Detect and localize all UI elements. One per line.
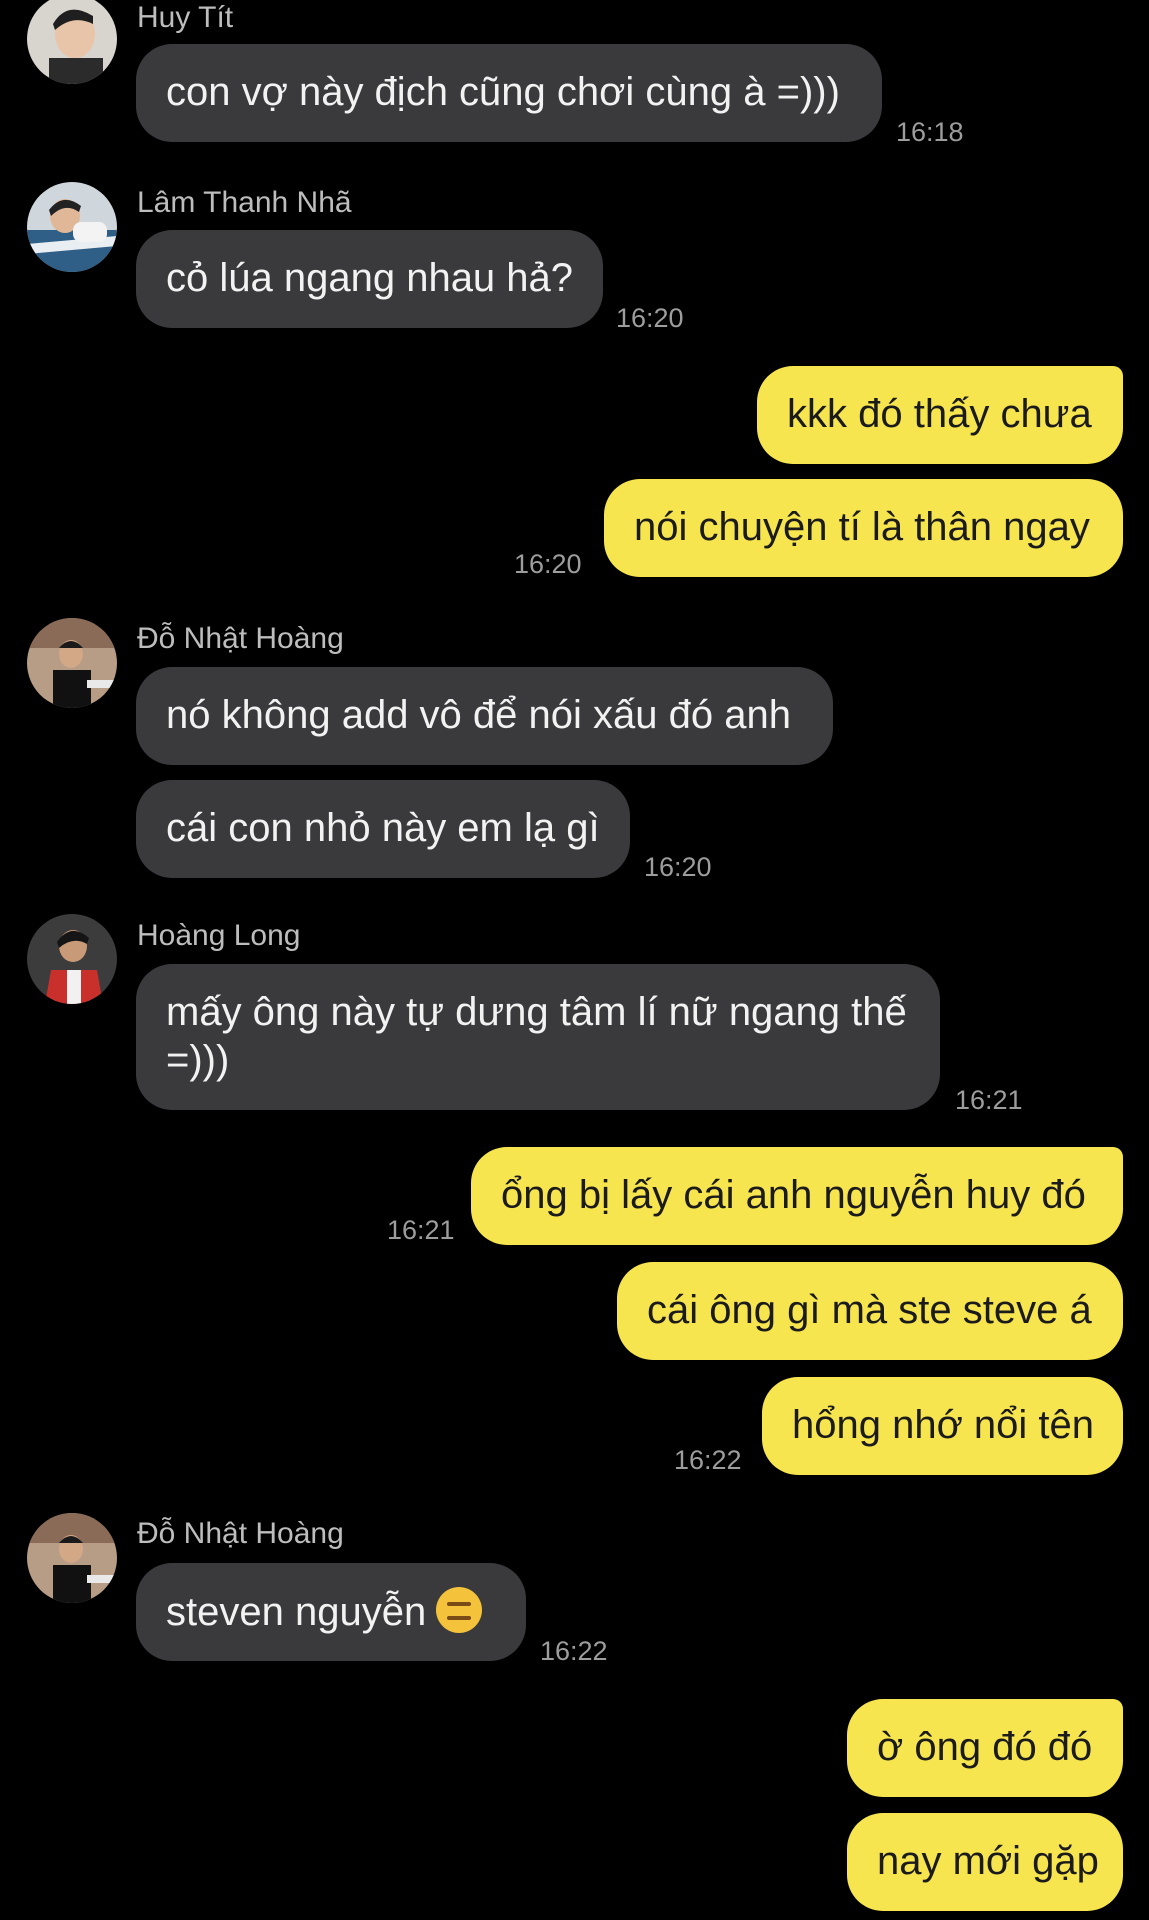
message-bubble-outgoing[interactable]: nay mới gặp bbox=[847, 1813, 1123, 1911]
sender-name: Đỗ Nhật Hoàng bbox=[137, 622, 344, 655]
sender-name: Lâm Thanh Nhã bbox=[137, 186, 352, 219]
message-text: cái ông gì mà ste steve á bbox=[647, 1288, 1092, 1332]
message-time: 16:21 bbox=[387, 1215, 455, 1245]
message-text: con vợ này địch cũng chơi cùng à =))) bbox=[166, 70, 840, 114]
message-bubble[interactable]: cỏ lúa ngang nhau hả? bbox=[136, 230, 603, 328]
message-text: cái con nhỏ này em lạ gì bbox=[166, 806, 600, 850]
message-bubble-outgoing[interactable]: kkk đó thấy chưa bbox=[757, 366, 1123, 464]
message-time: 16:20 bbox=[616, 303, 684, 333]
avatar-huy-tit[interactable] bbox=[27, 0, 117, 84]
message-text: nói chuyện tí là thân ngay bbox=[634, 505, 1090, 549]
message-bubble-outgoing[interactable]: ổng bị lấy cái anh nguyễn huy đó bbox=[471, 1147, 1123, 1245]
sender-name: Đỗ Nhật Hoàng bbox=[137, 1517, 344, 1550]
avatar-lam-thanh-nha[interactable] bbox=[27, 182, 117, 272]
avatar-do-nhat-hoang[interactable] bbox=[27, 1513, 117, 1603]
message-bubble-outgoing[interactable]: ờ ông đó đó bbox=[847, 1699, 1123, 1797]
sender-name: Hoàng Long bbox=[137, 919, 301, 952]
avatar-hoang-long[interactable] bbox=[27, 914, 117, 1004]
message-text: mấy ông này tự dưng tâm lí nữ ngang thế bbox=[166, 990, 907, 1034]
message-text: steven nguyễn bbox=[166, 1590, 427, 1634]
message-time: 16:22 bbox=[540, 1636, 608, 1666]
message-text: cỏ lúa ngang nhau hả? bbox=[166, 256, 574, 300]
message-bubble[interactable]: con vợ này địch cũng chơi cùng à =))) bbox=[136, 44, 882, 142]
message-text: ờ ông đó đó bbox=[877, 1725, 1093, 1769]
message-time: 16:20 bbox=[644, 852, 712, 882]
message-text: ổng bị lấy cái anh nguyễn huy đó bbox=[501, 1173, 1086, 1217]
sender-name: Huy Tít bbox=[137, 1, 234, 34]
message-time: 16:20 bbox=[514, 549, 582, 579]
expressionless-face-emoji bbox=[436, 1587, 483, 1633]
message-bubble[interactable]: steven nguyễn bbox=[136, 1563, 526, 1661]
message-time: 16:21 bbox=[955, 1085, 1023, 1115]
avatar-do-nhat-hoang[interactable] bbox=[27, 618, 117, 708]
message-bubble-outgoing[interactable]: nói chuyện tí là thân ngay bbox=[604, 479, 1123, 577]
message-text: =))) bbox=[166, 1038, 230, 1082]
message-bubble-outgoing[interactable]: hổng nhớ nổi tên bbox=[762, 1377, 1123, 1475]
message-text: hổng nhớ nổi tên bbox=[792, 1403, 1095, 1447]
message-text: nay mới gặp bbox=[877, 1839, 1099, 1883]
message-time: 16:22 bbox=[674, 1445, 742, 1475]
message-text: kkk đó thấy chưa bbox=[787, 392, 1092, 436]
message-bubble-outgoing[interactable]: cái ông gì mà ste steve á bbox=[617, 1262, 1123, 1360]
message-text: nó không add vô để nói xấu đó anh bbox=[166, 693, 791, 737]
message-time: 16:18 bbox=[896, 117, 964, 147]
message-bubble[interactable]: mấy ông này tự dưng tâm lí nữ ngang thế … bbox=[136, 964, 940, 1110]
message-bubble[interactable]: nó không add vô để nói xấu đó anh bbox=[136, 667, 833, 765]
message-bubble[interactable]: cái con nhỏ này em lạ gì bbox=[136, 780, 630, 878]
